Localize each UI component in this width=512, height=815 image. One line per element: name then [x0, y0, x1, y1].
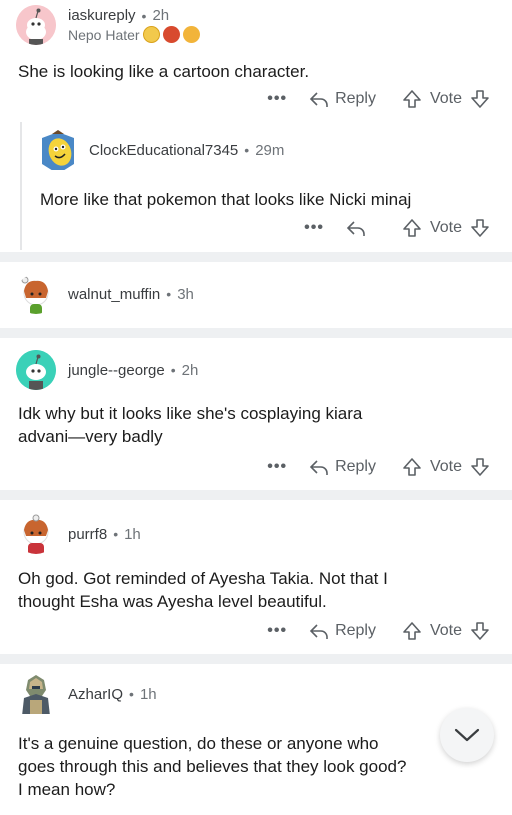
- reply-arrow-icon: [346, 221, 365, 236]
- comment-text: It's a genuine question, do these or any…: [18, 732, 406, 801]
- vote-control: Vote: [402, 457, 490, 477]
- vote-label: Vote: [429, 90, 462, 107]
- reply-arrow-icon: [309, 92, 328, 107]
- comment-text-line: It's a genuine question, do these or any…: [18, 734, 379, 753]
- more-options-icon[interactable]: •••: [304, 219, 324, 237]
- reply-label: Reply: [335, 458, 376, 475]
- downvote-arrow-icon[interactable]: [470, 218, 490, 238]
- vote-control: Vote: [402, 621, 490, 641]
- comment-separator: [0, 252, 512, 262]
- more-options-icon[interactable]: •••: [267, 458, 287, 476]
- user-avatar[interactable]: [38, 130, 78, 170]
- username[interactable]: walnut_muffin: [68, 286, 160, 303]
- comment-walnut-muffin[interactable]: walnut_muffin • 3h: [0, 262, 512, 328]
- separator-dot: •: [113, 526, 119, 542]
- comment-text: She is looking like a cartoon character.: [18, 62, 310, 81]
- comment-text-line: Oh god. Got reminded of Ayesha Takia. No…: [18, 569, 388, 588]
- reply-label: Reply: [335, 622, 376, 639]
- timestamp: 2h: [181, 361, 199, 379]
- downvote-arrow-icon[interactable]: [470, 457, 490, 477]
- comment-azhariq: AzharIQ • 1h It's a genuine question, do…: [0, 664, 512, 815]
- comment-text-line: thought Esha was Ayesha level beautiful.: [18, 592, 327, 611]
- cursing-emoji-icon: [162, 26, 180, 43]
- timestamp: 2h: [152, 7, 170, 24]
- upvote-arrow-icon[interactable]: [402, 621, 422, 641]
- separator-dot: •: [166, 286, 172, 302]
- comment-text: Idk why but it looks like she's cosplayi…: [18, 402, 362, 448]
- comment-separator: [0, 328, 512, 338]
- comment-text: Oh god. Got reminded of Ayesha Takia. No…: [18, 567, 388, 613]
- vote-control: Vote: [402, 89, 490, 109]
- username[interactable]: ClockEducational7345: [89, 142, 238, 159]
- user-avatar[interactable]: [16, 5, 56, 45]
- reply-button[interactable]: Reply: [309, 90, 376, 108]
- comment-text-line: advani—very badly: [18, 427, 163, 446]
- comment-text-line: I mean how?: [18, 780, 116, 799]
- vote-label: Vote: [429, 219, 462, 236]
- chevron-down-icon: [454, 728, 480, 742]
- more-options-icon[interactable]: •••: [267, 90, 287, 108]
- reply-arrow-icon: [309, 460, 328, 475]
- collapse-thread-button[interactable]: [440, 708, 494, 762]
- timestamp: 3h: [177, 285, 194, 303]
- timestamp: 29m: [255, 141, 285, 159]
- reply-button[interactable]: Reply: [309, 458, 376, 476]
- vote-control: Vote: [402, 218, 490, 238]
- more-options-icon[interactable]: •••: [267, 622, 287, 640]
- comment-purrf8: purrf8 • 1h Oh god. Got reminded of Ayes…: [0, 500, 512, 654]
- thread-line[interactable]: [20, 122, 22, 250]
- user-avatar[interactable]: [16, 350, 56, 390]
- vote-label: Vote: [429, 458, 462, 475]
- upvote-arrow-icon[interactable]: [402, 218, 422, 238]
- comment-separator: [0, 654, 512, 664]
- comment-clockeducational7345: ClockEducational7345 • 29m More like tha…: [0, 122, 512, 250]
- vote-label: Vote: [429, 622, 462, 639]
- user-avatar[interactable]: [16, 514, 56, 554]
- timestamp: 1h: [139, 685, 157, 703]
- separator-dot: •: [244, 142, 250, 158]
- downvote-arrow-icon[interactable]: [470, 89, 490, 109]
- reply-button[interactable]: Reply: [309, 622, 376, 640]
- username[interactable]: jungle--george: [68, 362, 165, 379]
- angry-emoji-icon: [142, 26, 160, 43]
- separator-dot: •: [129, 686, 134, 702]
- flair-text: Nepo Hater: [68, 26, 140, 43]
- reply-label: Reply: [335, 90, 376, 107]
- downvote-arrow-icon[interactable]: [470, 621, 490, 641]
- comment-text-line: Idk why but it looks like she's cosplayi…: [18, 404, 363, 423]
- separator-dot: •: [170, 362, 176, 378]
- username[interactable]: purrf8: [68, 526, 107, 543]
- reply-button[interactable]: [346, 219, 372, 237]
- annoyed-emoji-icon: [182, 26, 200, 43]
- user-flair: Nepo Hater: [68, 26, 200, 43]
- comment-iaskureply: iaskureply • 2h Nepo Hater She is lookin…: [0, 0, 512, 122]
- user-avatar[interactable]: [16, 674, 56, 714]
- comment-text: More like that pokemon that looks like N…: [40, 190, 412, 209]
- username[interactable]: AzharIQ: [68, 686, 123, 703]
- user-avatar[interactable]: [16, 274, 56, 314]
- separator-dot: •: [141, 7, 147, 24]
- username[interactable]: iaskureply: [68, 7, 136, 24]
- comment-jungle-george: jungle--george • 2h Idk why but it looks…: [0, 338, 512, 490]
- upvote-arrow-icon[interactable]: [402, 89, 422, 109]
- comment-separator: [0, 490, 512, 500]
- reply-arrow-icon: [309, 624, 328, 639]
- timestamp: 1h: [124, 525, 141, 543]
- comment-text-line: goes through this and believes that they…: [18, 757, 407, 776]
- upvote-arrow-icon[interactable]: [402, 457, 422, 477]
